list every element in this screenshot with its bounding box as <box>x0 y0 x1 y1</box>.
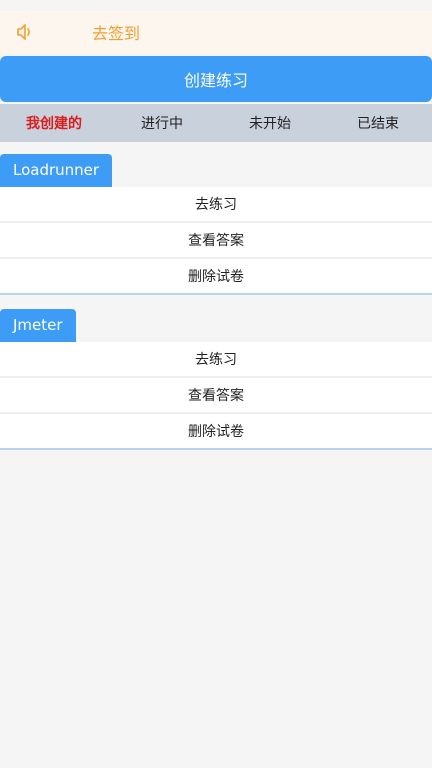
delete-paper-button[interactable]: 删除试卷 <box>0 414 432 450</box>
go-practice-button[interactable]: 去练习 <box>0 342 432 378</box>
view-answers-button[interactable]: 查看答案 <box>0 378 432 414</box>
go-practice-button[interactable]: 去练习 <box>0 187 432 223</box>
notice-bar[interactable]: 去签到 <box>0 10 432 54</box>
exam-card-title: Loadrunner <box>0 154 113 187</box>
tab-ended[interactable]: 已结束 <box>324 104 432 142</box>
tab-not-started[interactable]: 未开始 <box>216 104 324 142</box>
create-practice-button[interactable]: 创建练习 <box>0 56 432 102</box>
tab-in-progress[interactable]: 进行中 <box>108 104 216 142</box>
exam-card-title: Jmeter <box>0 309 76 342</box>
exam-card: Loadrunner 去练习 查看答案 删除试卷 <box>0 154 432 295</box>
view-answers-button[interactable]: 查看答案 <box>0 223 432 259</box>
sign-in-link[interactable]: 去签到 <box>92 20 140 44</box>
speaker-icon <box>14 21 36 43</box>
status-tabs: 我创建的 进行中 未开始 已结束 <box>0 104 432 142</box>
exam-card: Jmeter 去练习 查看答案 删除试卷 <box>0 309 432 450</box>
delete-paper-button[interactable]: 删除试卷 <box>0 259 432 295</box>
tab-my-created[interactable]: 我创建的 <box>0 104 108 142</box>
